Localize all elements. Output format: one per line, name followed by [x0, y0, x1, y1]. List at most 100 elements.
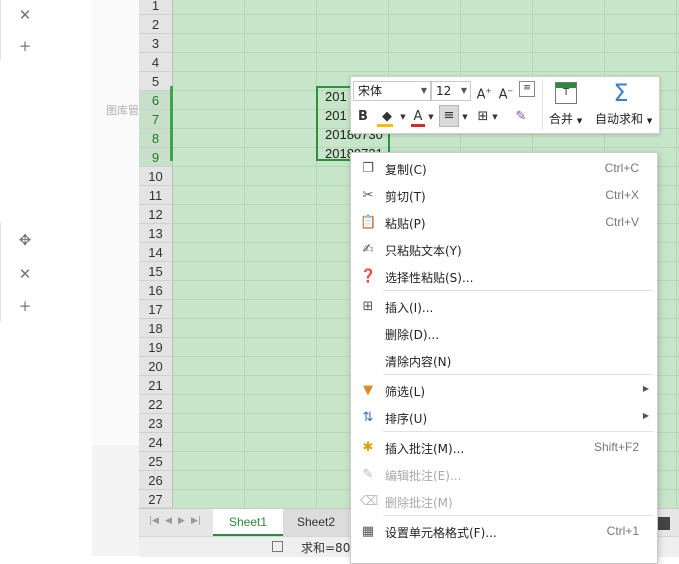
row-number[interactable]: 24 [139, 433, 172, 452]
menu-item-delete-comment: ⌫ 删除批注(M) [351, 488, 657, 515]
merge-label: 合并 [549, 112, 574, 126]
menu-item-scissors[interactable]: ✂ 剪切(T) Ctrl+X [351, 182, 657, 209]
tab-sheet1[interactable]: Sheet1 [213, 509, 283, 536]
row-number[interactable]: 4 [139, 53, 172, 72]
shortcut-label: Ctrl+1 [606, 524, 639, 538]
cell-a7[interactable]: 201 [325, 108, 347, 123]
fill-bucket-icon: ◆ [382, 109, 392, 124]
context-menu: ❐ 复制(C) Ctrl+C ✂ 剪切(T) Ctrl+X 📋 粘贴(P) Ctrl+V ✍ 只粘贴… [350, 152, 658, 564]
close-icon[interactable]: ✕ [18, 267, 32, 282]
font-size-select[interactable]: 12 ▼ [431, 81, 471, 101]
row-number[interactable]: 15 [139, 262, 172, 281]
add-icon[interactable]: + [18, 299, 32, 314]
row-number[interactable]: 20 [139, 357, 172, 376]
left-panel: ✕ + ✥ ✕ + [0, 0, 92, 556]
merge-icon[interactable]: T [555, 82, 577, 104]
sum-readout: 求和=80 [301, 541, 351, 555]
row-number[interactable]: 3 [139, 34, 172, 53]
delete-comment-icon: ⌫ [360, 494, 379, 509]
row-number[interactable]: 10 [139, 167, 172, 186]
fill-color-button[interactable]: ◆ [375, 107, 399, 127]
toolbar-divider [542, 80, 543, 130]
menu-item-item7[interactable]: 清除内容(N) [351, 347, 657, 374]
prev-sheet-icon[interactable]: ◀ [165, 516, 172, 526]
row-number[interactable]: 27 [139, 490, 172, 509]
chevron-down-icon[interactable]: ▼ [399, 107, 407, 127]
column-gridline [244, 0, 245, 507]
row-number[interactable]: 11 [139, 186, 172, 205]
bold-button[interactable]: B [355, 107, 371, 127]
autosum-button[interactable]: 自动求和 ▼ [595, 110, 652, 127]
shortcut-label: Ctrl+V [605, 215, 639, 229]
font-color-swatch [411, 124, 425, 127]
chevron-down-icon[interactable]: ▼ [427, 107, 435, 127]
row-number[interactable]: 5 [139, 72, 172, 91]
tab-sheet2[interactable]: Sheet2 [283, 509, 349, 536]
align-center-icon[interactable]: ≡ [439, 105, 459, 127]
copy-icon: ❐ [362, 161, 374, 176]
merge-button[interactable]: 合并 ▼ [549, 110, 582, 127]
cell-a6[interactable]: 201 [325, 89, 347, 104]
row-number[interactable]: 7 [139, 110, 172, 129]
menu-separator [383, 431, 653, 432]
row-number[interactable]: 16 [139, 281, 172, 300]
decrease-font-icon[interactable]: A− [497, 81, 515, 105]
row-header[interactable]: 1 2 3 4 5 6 7 8 9 10 11 12 13 14 15 16 17 18 19 20 21 22 23 24 2… [139, 0, 173, 509]
menu-item-format-cells[interactable]: ▦ 设置单元格格式(F)... Ctrl+1 [351, 518, 657, 545]
row-number[interactable]: 25 [139, 452, 172, 471]
row-number[interactable]: 2 [139, 15, 172, 34]
menu-item-label: 筛选(L) [385, 385, 426, 399]
shortcut-label: Ctrl+C [604, 161, 639, 175]
paste-icon: 📋 [360, 215, 377, 230]
row-number[interactable]: 13 [139, 224, 172, 243]
row-number[interactable]: 22 [139, 395, 172, 414]
menu-item-label: 删除(D)... [385, 328, 440, 342]
next-sheet-icon[interactable]: ▶ [178, 516, 185, 526]
menu-item-paste[interactable]: 📋 粘贴(P) Ctrl+V [351, 209, 657, 236]
increase-font-icon[interactable]: A+ [475, 81, 493, 105]
menu-item-insert[interactable]: ⊞ 插入(I)... [351, 293, 657, 320]
chevron-down-icon[interactable]: ▼ [491, 107, 499, 127]
paste-text-icon: ✍ [362, 242, 374, 257]
close-icon[interactable]: ✕ [18, 8, 32, 23]
font-color-button[interactable]: A [409, 107, 427, 127]
row-number[interactable]: 19 [139, 338, 172, 357]
row-number[interactable]: 18 [139, 319, 172, 338]
row-number[interactable]: 1 [139, 0, 172, 15]
grid-icon[interactable] [272, 541, 283, 552]
menu-separator [383, 290, 653, 291]
row-number[interactable]: 23 [139, 414, 172, 433]
font-size-value: 12 [436, 84, 452, 98]
menu-item-insert-comment[interactable]: ✱ 插入批注(M)... Shift+F2 [351, 434, 657, 461]
row-number[interactable]: 12 [139, 205, 172, 224]
font-name-select[interactable]: 宋体 ▼ [353, 81, 431, 101]
add-icon[interactable]: + [18, 39, 32, 54]
row-number[interactable]: 21 [139, 376, 172, 395]
format-painter-icon[interactable]: ✎ [511, 107, 531, 127]
selected-rows-indicator [170, 86, 173, 161]
sum-icon[interactable]: Σ [609, 79, 633, 107]
row-number[interactable]: 26 [139, 471, 172, 490]
menu-item-edit-comment: ✎ 编辑批注(E)... [351, 461, 657, 488]
menu-item-sort[interactable]: ⇅ 排序(U) ▶ [351, 404, 657, 431]
menu-separator [383, 374, 653, 375]
row-number[interactable]: 8 [139, 129, 172, 148]
menu-item-item6[interactable]: 删除(D)... [351, 320, 657, 347]
first-sheet-icon[interactable]: |◀ [149, 516, 159, 526]
row-number[interactable]: 14 [139, 243, 172, 262]
last-sheet-icon[interactable]: ▶| [191, 516, 201, 526]
wrap-text-icon[interactable]: ≡ [519, 81, 535, 97]
move-icon[interactable]: ✥ [18, 233, 32, 248]
border-icon[interactable]: ⊞ [475, 107, 491, 127]
menu-item-paste-special[interactable]: ❓ 选择性粘贴(S)... [351, 263, 657, 290]
menu-item-paste-text[interactable]: ✍ 只粘贴文本(Y) [351, 236, 657, 263]
menu-item-copy[interactable]: ❐ 复制(C) Ctrl+C [351, 155, 657, 182]
row-number[interactable]: 9 [139, 148, 172, 167]
shortcut-label: Shift+F2 [593, 440, 639, 454]
row-number[interactable]: 17 [139, 300, 172, 319]
menu-item-filter[interactable]: ▼ 筛选(L) ▶ [351, 377, 657, 404]
menu-item-label: 插入批注(M)... [385, 442, 465, 456]
side-pane-upper [92, 0, 139, 445]
chevron-down-icon[interactable]: ▼ [461, 107, 469, 127]
row-number[interactable]: 6 [139, 91, 172, 110]
